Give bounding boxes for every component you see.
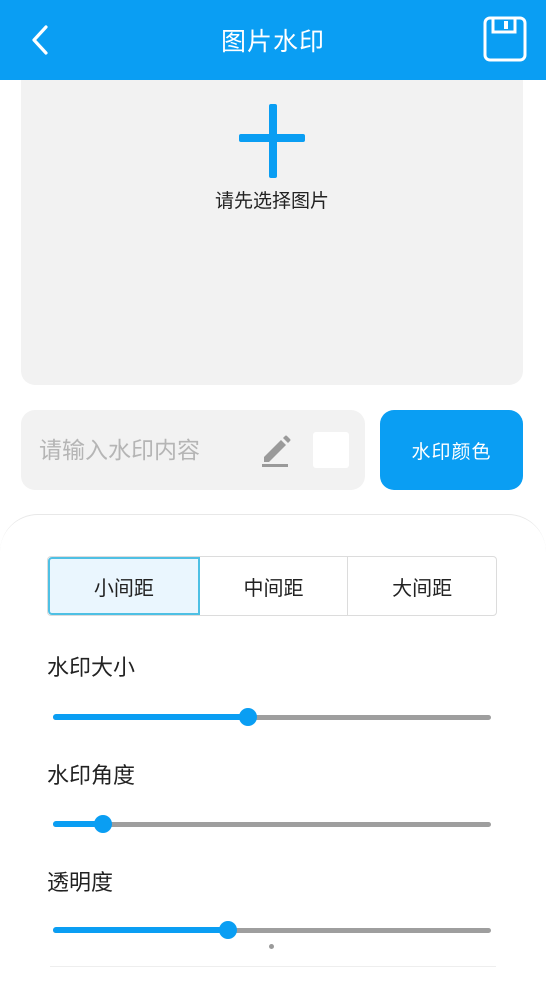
watermark-text-input[interactable]: [37, 430, 257, 472]
divider: [50, 966, 496, 967]
top-app-bar: 图片水印: [0, 0, 546, 80]
angle-label: 水印角度: [47, 764, 136, 789]
image-picker[interactable]: 请先选择图片: [21, 80, 523, 385]
spacing-option-small[interactable]: 小间距: [48, 557, 200, 615]
opacity-label: 透明度: [47, 871, 114, 896]
slider-track: [53, 822, 491, 827]
slider-thumb[interactable]: [239, 708, 257, 726]
size-label: 水印大小: [47, 656, 136, 681]
slider-thumb[interactable]: [219, 921, 237, 939]
spacing-selector: 小间距 中间距 大间距: [47, 556, 497, 616]
angle-slider[interactable]: [53, 814, 491, 834]
scroll-indicator: [269, 944, 274, 949]
opacity-slider[interactable]: [53, 920, 491, 940]
color-swatch[interactable]: [313, 432, 349, 468]
slider-thumb[interactable]: [94, 815, 112, 833]
save-button[interactable]: [482, 15, 528, 63]
slider-fill: [53, 927, 228, 933]
size-slider[interactable]: [53, 707, 491, 727]
spacing-option-medium[interactable]: 中间距: [200, 557, 349, 615]
slider-fill: [53, 714, 248, 720]
floppy-disk-icon: [483, 16, 527, 62]
watermark-color-button[interactable]: 水印颜色: [380, 410, 523, 490]
watermark-text-box: [21, 410, 365, 490]
plus-icon: [239, 104, 305, 178]
page-title: 图片水印: [220, 27, 325, 56]
picker-hint: 请先选择图片: [214, 190, 329, 212]
spacing-option-large[interactable]: 大间距: [348, 557, 496, 615]
pencil-icon[interactable]: [258, 432, 294, 468]
